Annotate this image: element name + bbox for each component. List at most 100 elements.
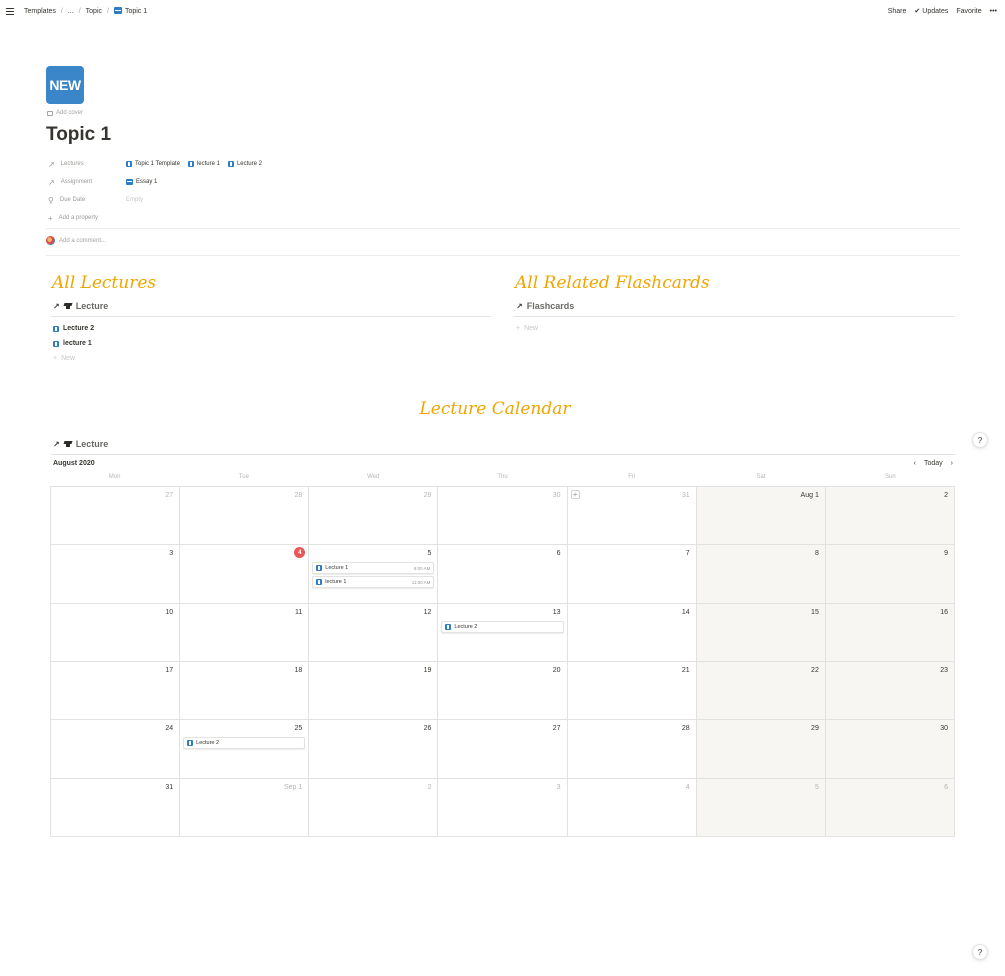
share-button[interactable]: Share [888, 8, 907, 15]
day-number: 30 [552, 492, 561, 499]
calendar-day-cell[interactable]: 6 [825, 778, 955, 837]
flashcards-db-header[interactable]: ↗ Flashcards [516, 301, 574, 311]
calendar-day-cell[interactable]: 4 [180, 545, 310, 604]
calendar-day-cell[interactable]: 19 [309, 661, 439, 721]
calendar-day-cell[interactable]: 28 [180, 487, 310, 546]
list-item[interactable]: Lecture 2 [53, 321, 94, 336]
lectures-db-header[interactable]: ↗ Lecture [53, 301, 108, 311]
calendar-day-cell[interactable]: 17 [51, 661, 181, 721]
calendar-day-cell[interactable]: 29 [309, 487, 439, 546]
add-property-button[interactable]: + Add a property [46, 209, 262, 227]
calendar-db-header[interactable]: ↗ Lecture [53, 439, 108, 449]
property-name[interactable]: ↗ Lectures [46, 160, 126, 169]
calendar-day-cell[interactable]: 9 [825, 545, 955, 604]
calendar-day-cell[interactable]: 20 [438, 661, 568, 721]
calendar-day-cell[interactable]: 31 + [567, 487, 697, 546]
calendar-day-cell[interactable]: 5 Lecture 1 9:00 AM lecture 1 11:00 AM [309, 545, 439, 604]
calendar-day-cell[interactable]: 6 [438, 545, 568, 604]
breadcrumb-templates[interactable]: Templates [22, 8, 58, 15]
calendar-day-cell[interactable]: 30 [825, 720, 955, 779]
calendar-day-cell[interactable]: 27 [438, 720, 568, 779]
relation-chip[interactable]: lecture 1 [187, 161, 220, 167]
calendar-day-cell[interactable]: 2 [825, 487, 955, 546]
topbar-actions: Share ✔ Updates Favorite ••• [888, 0, 997, 22]
help-button[interactable]: ? [972, 944, 988, 960]
chevron-right-icon[interactable]: › [951, 460, 953, 467]
calendar-day-cell[interactable]: 10 [51, 603, 181, 662]
property-value[interactable]: Empty [126, 197, 143, 203]
relation-chip[interactable]: Lecture 2 [227, 161, 262, 167]
calendar-day-cell[interactable]: Aug 1 [696, 487, 826, 546]
plus-icon: + [516, 324, 521, 332]
calendar-day-cell[interactable]: 24 [51, 720, 181, 779]
help-button[interactable]: ? [972, 432, 988, 448]
new-lecture-button[interactable]: + New [53, 351, 94, 365]
calendar-day-cell[interactable]: 7 [567, 545, 697, 604]
comment-input[interactable]: Add a comment... [46, 236, 106, 245]
favorite-button[interactable]: Favorite [956, 8, 981, 15]
breadcrumb-ellipsis[interactable]: ... [66, 8, 76, 15]
relation-chip[interactable]: Essay 1 [126, 179, 157, 185]
today-button[interactable]: Today [924, 460, 943, 467]
calendar-day-cell[interactable]: 14 [567, 603, 697, 662]
page-title[interactable]: Topic 1 [46, 124, 111, 146]
plus-icon: + [53, 354, 58, 362]
calendar-day-cell[interactable]: 18 [180, 661, 310, 721]
property-name[interactable]: ↗ Assignment [46, 178, 126, 187]
add-event-icon[interactable]: + [570, 490, 580, 499]
day-number: 25 [294, 725, 303, 733]
property-value[interactable]: Essay 1 [126, 179, 157, 185]
menu-icon[interactable] [6, 7, 16, 15]
calendar-day-cell[interactable]: 2 [309, 778, 439, 837]
property-due-date: ⚲ Due Date Empty [46, 191, 262, 209]
calendar-day-cell[interactable]: Sep 1 [180, 778, 310, 837]
calendar-day-cell[interactable]: 29 [696, 720, 826, 779]
page-icon [113, 7, 122, 14]
calendar-day-cell[interactable]: 28 [567, 720, 697, 779]
breadcrumb-topic[interactable]: Topic [84, 8, 104, 15]
breadcrumb-current[interactable]: Topic 1 [112, 7, 149, 15]
calendar-day-cell[interactable]: 13 Lecture 2 [438, 603, 568, 662]
day-number: 16 [940, 608, 948, 616]
calendar-day-cell[interactable]: 5 [696, 778, 826, 837]
list-item[interactable]: lecture 1 [53, 336, 94, 351]
chevron-left-icon[interactable]: ‹ [914, 460, 916, 467]
calendar-nav: ‹ Today › [914, 460, 953, 467]
breadcrumb-separator: / [107, 7, 109, 15]
calendar-day-cell[interactable]: 16 [825, 603, 955, 662]
weekday-label: Fri [628, 474, 636, 480]
calendar-day-cell[interactable]: 15 [696, 603, 826, 662]
calendar-day-cell[interactable]: 3 [438, 778, 568, 837]
calendar-day-cell[interactable]: 30 [438, 487, 568, 546]
calendar-event[interactable]: lecture 1 11:00 AM [312, 576, 435, 589]
weekday-label: Thu [497, 474, 508, 480]
day-number: 12 [423, 608, 432, 616]
calendar-day-cell[interactable]: 21 [567, 661, 697, 721]
day-number: 17 [165, 666, 174, 674]
calendar-day-cell[interactable]: 31 [51, 778, 181, 837]
more-options-button[interactable]: ••• [990, 8, 997, 15]
day-number: 27 [165, 492, 174, 499]
calendar-day-cell[interactable]: 8 [696, 545, 826, 604]
calendar-day-cell[interactable]: 25 Lecture 2 [180, 720, 310, 779]
calendar-day-cell[interactable]: 3 [51, 545, 181, 604]
calendar-day-cell[interactable]: 27 [51, 487, 181, 546]
property-value[interactable]: Topic 1 Template lecture 1 Lecture 2 [126, 161, 262, 167]
day-number: 30 [940, 725, 948, 733]
add-cover-button[interactable]: Add cover [47, 110, 83, 116]
calendar-day-cell[interactable]: 4 [567, 778, 697, 837]
relation-chip[interactable]: Topic 1 Template [126, 161, 180, 167]
property-name[interactable]: ⚲ Due Date [46, 196, 126, 205]
calendar-day-cell[interactable]: 11 [180, 603, 310, 662]
calendar-day-cell[interactable]: 22 [696, 661, 826, 721]
calendar-event[interactable]: Lecture 2 [441, 620, 564, 633]
calendar-event[interactable]: Lecture 2 [183, 737, 306, 750]
page-emoji-icon[interactable]: NEW [46, 66, 84, 104]
calendar-day-cell[interactable]: 23 [825, 661, 955, 721]
flashcards-list: + New [516, 321, 538, 335]
calendar-day-cell[interactable]: 26 [309, 720, 439, 779]
new-flashcard-button[interactable]: + New [516, 321, 538, 335]
calendar-event[interactable]: Lecture 1 9:00 AM [312, 562, 435, 575]
calendar-day-cell[interactable]: 12 [309, 603, 439, 662]
updates-button[interactable]: ✔ Updates [914, 7, 948, 15]
